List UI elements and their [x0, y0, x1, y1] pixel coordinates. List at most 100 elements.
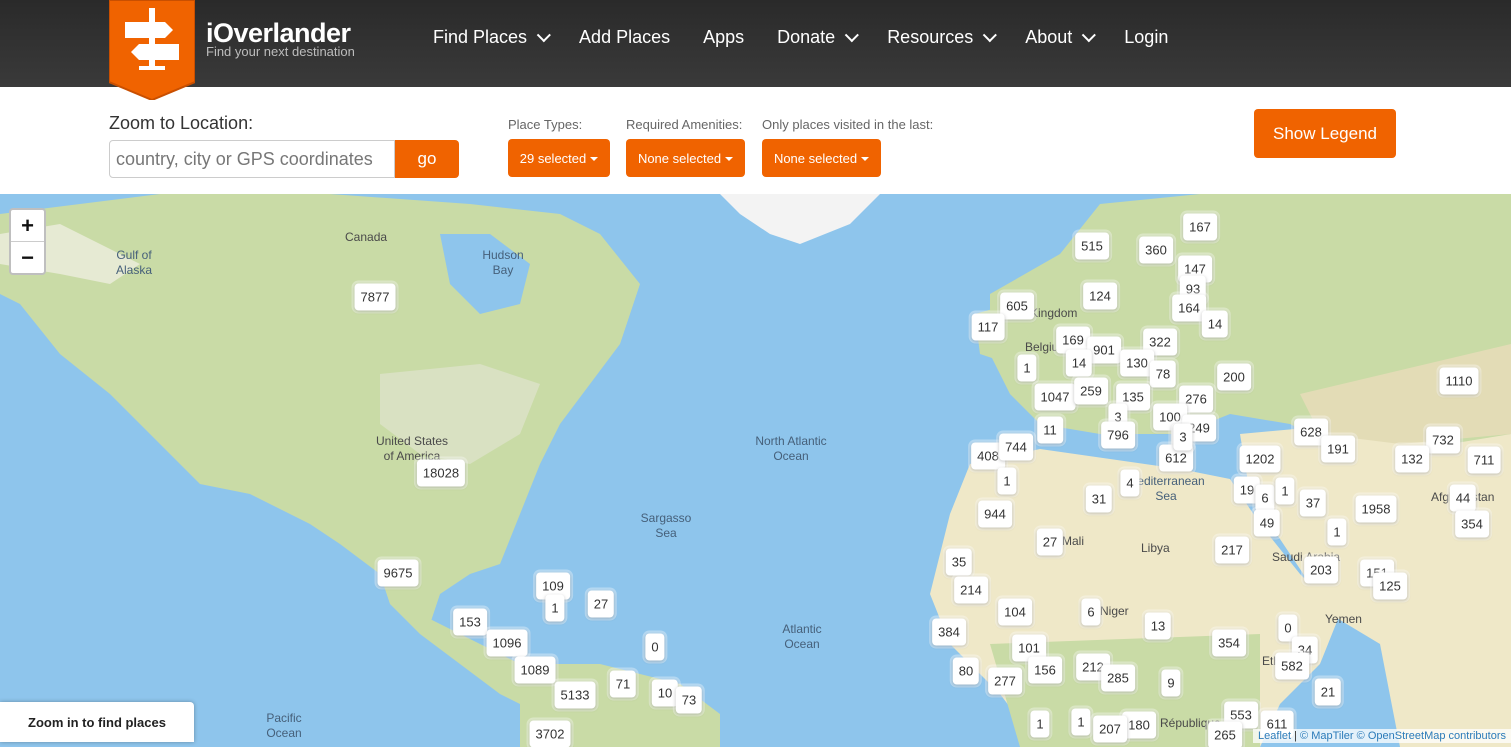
zoom-in-button[interactable]: +: [11, 210, 44, 241]
required-amenities-dropdown[interactable]: None selected: [626, 139, 745, 177]
cluster-marker[interactable]: 13: [1144, 612, 1172, 640]
cluster-marker[interactable]: 132: [1395, 445, 1429, 473]
cluster-marker[interactable]: 14: [1065, 349, 1093, 377]
cluster-marker[interactable]: 360: [1139, 236, 1173, 264]
brand[interactable]: iOverlander Find your next destination: [206, 19, 355, 59]
nav-item-find-places[interactable]: Find Places: [433, 27, 551, 48]
cluster-marker[interactable]: 0: [645, 633, 665, 661]
cluster-marker[interactable]: 354: [1212, 629, 1246, 657]
cluster-marker[interactable]: 1: [1275, 477, 1295, 505]
cluster-marker[interactable]: 11: [1037, 416, 1063, 444]
cluster-marker[interactable]: 9675: [377, 559, 419, 587]
cluster-marker[interactable]: 4: [1120, 469, 1140, 497]
cluster-marker[interactable]: 10: [651, 679, 679, 707]
cluster-marker[interactable]: 37: [1299, 489, 1327, 517]
place-types-dropdown[interactable]: 29 selected: [508, 139, 610, 177]
cluster-marker[interactable]: 167: [1183, 213, 1217, 241]
cluster-marker[interactable]: 207: [1093, 715, 1127, 743]
cluster-marker[interactable]: 3702: [529, 720, 571, 747]
cluster-marker[interactable]: 6: [1255, 484, 1275, 512]
world-map[interactable]: Canada Hudson Bay Gulf of Alaska United …: [0, 194, 1511, 747]
cluster-marker[interactable]: 7877: [354, 283, 396, 311]
cluster-marker[interactable]: 277: [988, 667, 1022, 695]
nav-item-donate[interactable]: Donate: [777, 27, 860, 48]
top-navbar: iOverlander Find your next destination F…: [0, 0, 1511, 100]
cluster-marker[interactable]: 49: [1253, 509, 1281, 537]
chevron-down-icon: [1082, 27, 1097, 42]
cluster-marker[interactable]: 9: [1161, 669, 1181, 697]
show-legend-button[interactable]: Show Legend: [1254, 109, 1396, 158]
visited-filter-dropdown[interactable]: None selected: [762, 139, 881, 177]
cluster-marker[interactable]: 200: [1217, 363, 1251, 391]
cluster-marker[interactable]: 124: [1083, 282, 1117, 310]
cluster-marker[interactable]: 21: [1314, 678, 1342, 706]
cluster-marker[interactable]: 78: [1149, 360, 1177, 388]
cluster-marker[interactable]: 605: [1000, 292, 1034, 320]
cluster-marker[interactable]: 515: [1075, 232, 1109, 260]
chevron-down-icon: [982, 27, 998, 42]
cluster-marker[interactable]: 285: [1101, 664, 1135, 692]
cluster-marker[interactable]: 732: [1426, 426, 1460, 454]
location-search-input[interactable]: [109, 140, 395, 178]
nav-item-login[interactable]: Login: [1124, 27, 1168, 48]
cluster-marker[interactable]: 73: [675, 686, 703, 714]
cluster-marker[interactable]: 1202: [1239, 445, 1281, 473]
cluster-marker[interactable]: 80: [952, 657, 980, 685]
cluster-marker[interactable]: 217: [1215, 536, 1249, 564]
cluster-marker[interactable]: 18028: [416, 459, 466, 487]
cluster-marker[interactable]: 6: [1081, 598, 1101, 626]
cluster-marker[interactable]: 1096: [486, 629, 528, 657]
cluster-marker[interactable]: 35: [945, 548, 973, 576]
cluster-marker[interactable]: 944: [978, 500, 1012, 528]
cluster-marker[interactable]: 1089: [514, 656, 556, 684]
cluster-marker[interactable]: 153: [453, 608, 487, 636]
cluster-marker[interactable]: 27: [1036, 528, 1064, 556]
cluster-marker[interactable]: 31: [1085, 485, 1113, 513]
cluster-marker[interactable]: 180: [1122, 711, 1156, 739]
cluster-marker[interactable]: 354: [1455, 510, 1489, 538]
nav-item-apps[interactable]: Apps: [703, 27, 744, 48]
cluster-marker[interactable]: 3: [1173, 423, 1193, 451]
cluster-marker[interactable]: 27: [587, 590, 615, 618]
leaflet-link[interactable]: Leaflet: [1258, 730, 1291, 742]
go-button[interactable]: go: [395, 140, 459, 178]
cluster-marker[interactable]: 1: [1030, 710, 1050, 738]
cluster-marker[interactable]: 1: [1071, 708, 1091, 736]
cluster-marker[interactable]: 1958: [1355, 495, 1397, 523]
cluster-marker[interactable]: 1: [997, 467, 1017, 495]
map-label-niger: Niger: [1100, 604, 1129, 618]
cluster-marker[interactable]: 265: [1208, 721, 1242, 747]
cluster-marker[interactable]: 156: [1028, 656, 1062, 684]
cluster-marker[interactable]: 214: [954, 576, 988, 604]
cluster-marker[interactable]: 711: [1467, 446, 1501, 474]
nav-item-about[interactable]: About: [1025, 27, 1097, 48]
cluster-marker[interactable]: 1110: [1439, 367, 1479, 395]
cluster-marker[interactable]: 901: [1087, 336, 1121, 364]
cluster-marker[interactable]: 796: [1101, 421, 1135, 449]
cluster-marker[interactable]: 44: [1449, 484, 1477, 512]
signpost-logo-icon[interactable]: [109, 0, 195, 100]
cluster-marker[interactable]: 384: [932, 618, 966, 646]
cluster-marker[interactable]: 1047: [1034, 383, 1076, 411]
cluster-marker[interactable]: 1: [1017, 354, 1037, 382]
nav-item-add-places[interactable]: Add Places: [579, 27, 670, 48]
cluster-marker[interactable]: 14: [1201, 310, 1229, 338]
nav-item-label: Donate: [777, 27, 836, 47]
zoom-out-button[interactable]: −: [11, 241, 44, 273]
cluster-marker[interactable]: 104: [998, 598, 1032, 626]
place-types-value: 29 selected: [519, 150, 587, 166]
nav-item-resources[interactable]: Resources: [887, 27, 998, 48]
cluster-marker[interactable]: 582: [1275, 652, 1309, 680]
maptiler-link[interactable]: © MapTiler: [1300, 730, 1354, 742]
cluster-marker[interactable]: 117: [971, 313, 1005, 341]
cluster-marker[interactable]: 191: [1321, 435, 1355, 463]
cluster-marker[interactable]: 744: [999, 433, 1033, 461]
cluster-marker[interactable]: 71: [609, 670, 637, 698]
cluster-marker[interactable]: 1: [545, 594, 565, 622]
cluster-marker[interactable]: 5133: [554, 681, 596, 709]
cluster-marker[interactable]: 203: [1304, 556, 1338, 584]
cluster-marker[interactable]: 1: [1327, 518, 1347, 546]
cluster-marker[interactable]: 125: [1373, 572, 1407, 600]
cluster-marker[interactable]: 259: [1074, 377, 1108, 405]
osm-link[interactable]: © OpenStreetMap contributors: [1357, 730, 1506, 742]
